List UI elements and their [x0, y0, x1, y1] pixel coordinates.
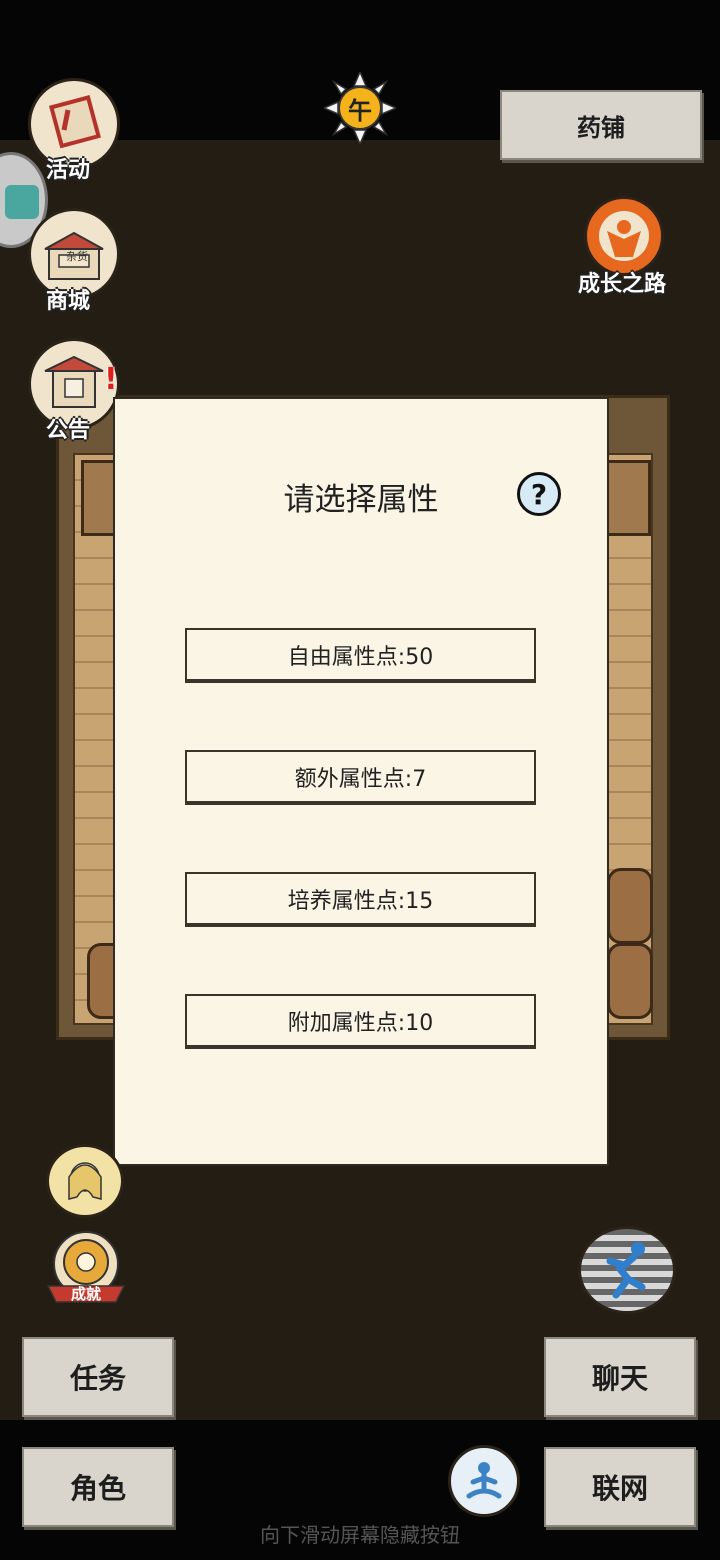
achievement-button[interactable]: 成就 [44, 1228, 128, 1308]
growth-path-button[interactable] [584, 196, 664, 276]
achievement-label: 成就 [70, 1285, 101, 1303]
bonus-points-button[interactable]: 附加属性点:10 [185, 994, 536, 1047]
role-label: 角色 [69, 1472, 126, 1505]
task-button[interactable]: 任务 [22, 1337, 174, 1417]
help-icon[interactable]: ? [517, 472, 561, 516]
meditation-icon [466, 1462, 502, 1499]
barrel-icon [607, 868, 653, 944]
free-points-label: 自由属性点:50 [287, 644, 434, 670]
meditate-button[interactable] [448, 1445, 520, 1517]
chat-button[interactable]: 聊天 [544, 1337, 696, 1417]
growth-path-label: 成长之路 [578, 272, 667, 297]
chat-label: 聊天 [591, 1362, 648, 1395]
shop-sign-label: 杂货 [66, 250, 88, 263]
pharmacy-button-label: 药铺 [577, 113, 625, 142]
shop-label: 商城 [46, 289, 91, 314]
bonus-points-label: 附加属性点:10 [287, 1010, 434, 1036]
run-button[interactable] [578, 1226, 676, 1314]
role-button[interactable]: 角色 [22, 1447, 174, 1527]
barrel-icon [607, 943, 653, 1019]
training-points-label: 培养属性点:15 [287, 888, 434, 914]
task-label: 任务 [69, 1362, 126, 1395]
time-badge-label: 午 [348, 97, 372, 125]
pharmacy-button[interactable]: 药铺 [500, 90, 702, 160]
notice-icon [44, 355, 104, 408]
avatar-icon [68, 1162, 102, 1200]
cabinet-icon [605, 460, 651, 536]
extra-points-button[interactable]: 额外属性点:7 [185, 750, 536, 803]
banner-icon [48, 95, 101, 149]
app-icon [5, 185, 39, 219]
activity-label: 活动 [46, 158, 91, 183]
notice-alert-icon: ! [104, 362, 118, 397]
running-man-icon [606, 1242, 646, 1299]
notice-label: 公告 [46, 418, 91, 443]
attribute-select-dialog: 请选择属性 ? 自由属性点:50 额外属性点:7 培养属性点:15 附加属性点:… [113, 397, 609, 1166]
online-button[interactable]: 联网 [544, 1447, 696, 1527]
online-label: 联网 [591, 1472, 648, 1505]
training-points-button[interactable]: 培养属性点:15 [185, 872, 536, 925]
extra-points-label: 额外属性点:7 [294, 766, 427, 792]
swipe-hint: 向下滑动屏幕隐藏按钮 [260, 1523, 460, 1547]
free-points-button[interactable]: 自由属性点:50 [185, 628, 536, 681]
growth-path-icon [599, 211, 649, 261]
character-avatar[interactable] [46, 1144, 124, 1218]
